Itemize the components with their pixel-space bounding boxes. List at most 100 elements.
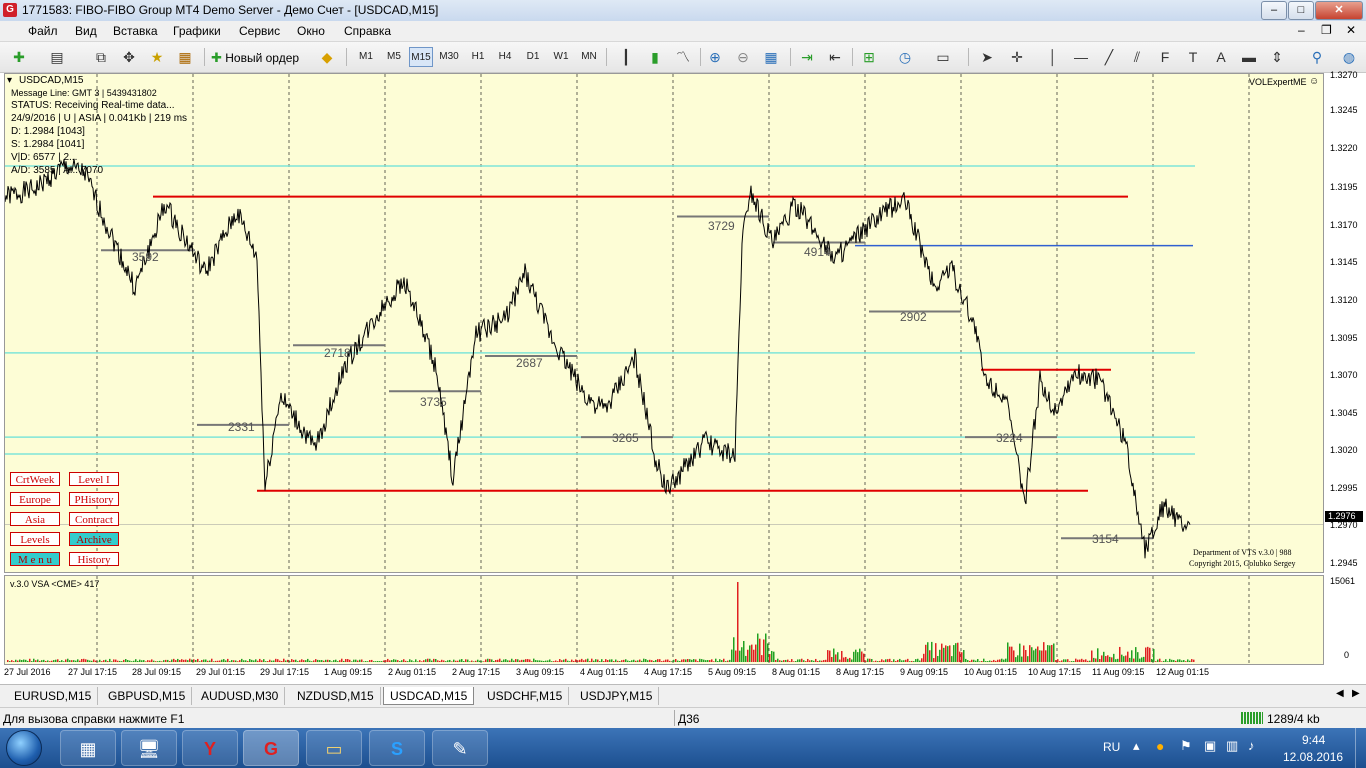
- volume-bar: [589, 661, 591, 662]
- crtweek-button[interactable]: CrtWeek: [10, 472, 60, 486]
- autotrading-icon[interactable]: ◆: [318, 48, 336, 66]
- tf-mn-button[interactable]: MN: [578, 47, 600, 67]
- clock-date[interactable]: 12.08.2016: [1283, 750, 1343, 764]
- new-order-button[interactable]: ✚ Новый ордер: [210, 46, 316, 70]
- expert-smiley-icon[interactable]: ☺: [1309, 76, 1319, 87]
- fibo-taskbar-icon[interactable]: G: [243, 730, 299, 766]
- menu-file[interactable]: Файл: [28, 24, 58, 38]
- tf-h1-button[interactable]: H1: [467, 47, 489, 67]
- tf-m1-button[interactable]: M1: [355, 47, 377, 67]
- menu-charts[interactable]: Графики: [173, 24, 221, 38]
- tray-volume-icon[interactable]: ♪: [1248, 738, 1255, 753]
- clock-time[interactable]: 9:44: [1302, 733, 1325, 747]
- community-icon[interactable]: ◍: [1340, 48, 1358, 66]
- channel-icon[interactable]: ⫽: [1128, 48, 1146, 66]
- menu-window[interactable]: Окно: [297, 24, 325, 38]
- yandex-taskbar-icon[interactable]: Y: [182, 730, 238, 766]
- volume-bar: [363, 661, 365, 662]
- chart-shift-icon[interactable]: ⇤: [826, 48, 844, 66]
- volume-bar: [1121, 654, 1123, 662]
- text-label-icon[interactable]: A: [1212, 48, 1230, 66]
- favorites-icon[interactable]: ★: [148, 48, 166, 66]
- tf-h4-button[interactable]: H4: [494, 47, 516, 67]
- tf-m30-button[interactable]: M30: [437, 47, 461, 67]
- start-button[interactable]: [6, 730, 42, 766]
- vertical-line-icon[interactable]: │: [1044, 48, 1062, 66]
- tile-windows-icon[interactable]: ▦: [762, 48, 780, 66]
- phistory-button[interactable]: PHistory: [69, 492, 119, 506]
- level-i-button[interactable]: Level I: [69, 472, 119, 486]
- show-desktop-button[interactable]: [1355, 728, 1366, 768]
- tf-d1-button[interactable]: D1: [522, 47, 544, 67]
- candlestick-icon[interactable]: ▮: [646, 48, 664, 66]
- mdi-restore-button[interactable]: ❐: [1321, 23, 1332, 37]
- tab-gbpusd[interactable]: GBPUSD,M15: [102, 687, 193, 705]
- fibonacci-icon[interactable]: F: [1156, 48, 1174, 66]
- menu-help[interactable]: Справка: [344, 24, 391, 38]
- zoom-out-icon[interactable]: ⊖: [734, 48, 752, 66]
- tray-flag-icon[interactable]: ⚑: [1180, 738, 1192, 754]
- tray-expand-icon[interactable]: ▴: [1133, 738, 1140, 754]
- cursor-icon[interactable]: ➤: [978, 48, 996, 66]
- skype-taskbar-icon[interactable]: S: [369, 730, 425, 766]
- search-icon[interactable]: ⚲: [1308, 48, 1326, 66]
- tf-w1-button[interactable]: W1: [550, 47, 572, 67]
- new-chart-icon[interactable]: ✚: [10, 48, 28, 66]
- tray-app-icon[interactable]: ●: [1156, 738, 1164, 754]
- volume-bar: [843, 657, 845, 662]
- chart-collapse-icon[interactable]: ▾: [7, 75, 12, 86]
- calculator-taskbar-icon[interactable]: ▦: [60, 730, 116, 766]
- bar-chart-icon[interactable]: ┃: [617, 48, 635, 66]
- label-icon[interactable]: ▬: [1240, 48, 1258, 66]
- indicators-icon[interactable]: ⊞: [860, 48, 878, 66]
- profiles-icon[interactable]: ▤: [48, 48, 66, 66]
- crosshair-icon[interactable]: ✛: [1008, 48, 1026, 66]
- menu-tools[interactable]: Сервис: [239, 24, 280, 38]
- asia-button[interactable]: Asia: [10, 512, 60, 526]
- line-chart-icon[interactable]: 〽: [674, 48, 692, 66]
- navigator-icon[interactable]: ✥: [120, 48, 138, 66]
- tf-m15-button[interactable]: M15: [409, 47, 433, 67]
- terminal-icon[interactable]: ▦: [176, 48, 194, 66]
- trendline-icon[interactable]: ╱: [1100, 48, 1118, 66]
- menu-view[interactable]: Вид: [75, 24, 97, 38]
- menu-button[interactable]: M e n u: [10, 552, 60, 566]
- tray-device-icon[interactable]: ▣: [1204, 738, 1216, 754]
- mdi-close-button[interactable]: ✕: [1346, 23, 1356, 37]
- mdi-minimize-button[interactable]: –: [1298, 23, 1305, 37]
- close-button[interactable]: ✕: [1315, 1, 1363, 20]
- tab-audusd[interactable]: AUDUSD,M30: [195, 687, 286, 705]
- tab-usdjpy[interactable]: USDJPY,M15: [574, 687, 660, 705]
- tab-nzdusd[interactable]: NZDUSD,M15: [291, 687, 381, 705]
- templates-icon[interactable]: ▭: [934, 48, 952, 66]
- volume-subwindow[interactable]: v.3.0 VSA <CME> 417: [4, 575, 1324, 665]
- zoom-window-icon[interactable]: ⧉: [92, 48, 110, 66]
- tab-scroll-left-icon[interactable]: ◀: [1336, 688, 1344, 699]
- minimize-button[interactable]: –: [1261, 1, 1287, 20]
- archive-button[interactable]: Archive: [69, 532, 119, 546]
- periods-icon[interactable]: ◷: [896, 48, 914, 66]
- arrows-icon[interactable]: ⇕: [1268, 48, 1286, 66]
- menu-insert[interactable]: Вставка: [113, 24, 158, 38]
- volume-bar: [621, 660, 623, 662]
- tray-network-icon[interactable]: ▥: [1226, 738, 1238, 754]
- europe-button[interactable]: Europe: [10, 492, 60, 506]
- tab-scroll-right-icon[interactable]: ▶: [1352, 688, 1360, 699]
- notes-taskbar-icon[interactable]: ✎: [432, 730, 488, 766]
- language-indicator[interactable]: RU: [1103, 740, 1120, 754]
- horizontal-line-icon[interactable]: —: [1072, 48, 1090, 66]
- contract-button[interactable]: Contract: [69, 512, 119, 526]
- history-button[interactable]: History: [69, 552, 119, 566]
- network-taskbar-icon[interactable]: 🖥: [121, 730, 177, 766]
- tab-usdcad[interactable]: USDCAD,M15: [383, 687, 475, 705]
- zoom-in-icon[interactable]: ⊕: [706, 48, 724, 66]
- maximize-button[interactable]: □: [1288, 1, 1314, 20]
- tf-m5-button[interactable]: M5: [383, 47, 405, 67]
- text-tool-icon[interactable]: T: [1184, 48, 1202, 66]
- price-chart[interactable]: ▾ USDCAD,M15 Message Line: GMT 3 | 54394…: [4, 73, 1324, 573]
- tab-eurusd[interactable]: EURUSD,M15: [8, 687, 99, 705]
- autoscroll-icon[interactable]: ⇥: [798, 48, 816, 66]
- tab-usdchf[interactable]: USDCHF,M15: [481, 687, 570, 705]
- explorer-taskbar-icon[interactable]: ▭: [306, 730, 362, 766]
- levels-button[interactable]: Levels: [10, 532, 60, 546]
